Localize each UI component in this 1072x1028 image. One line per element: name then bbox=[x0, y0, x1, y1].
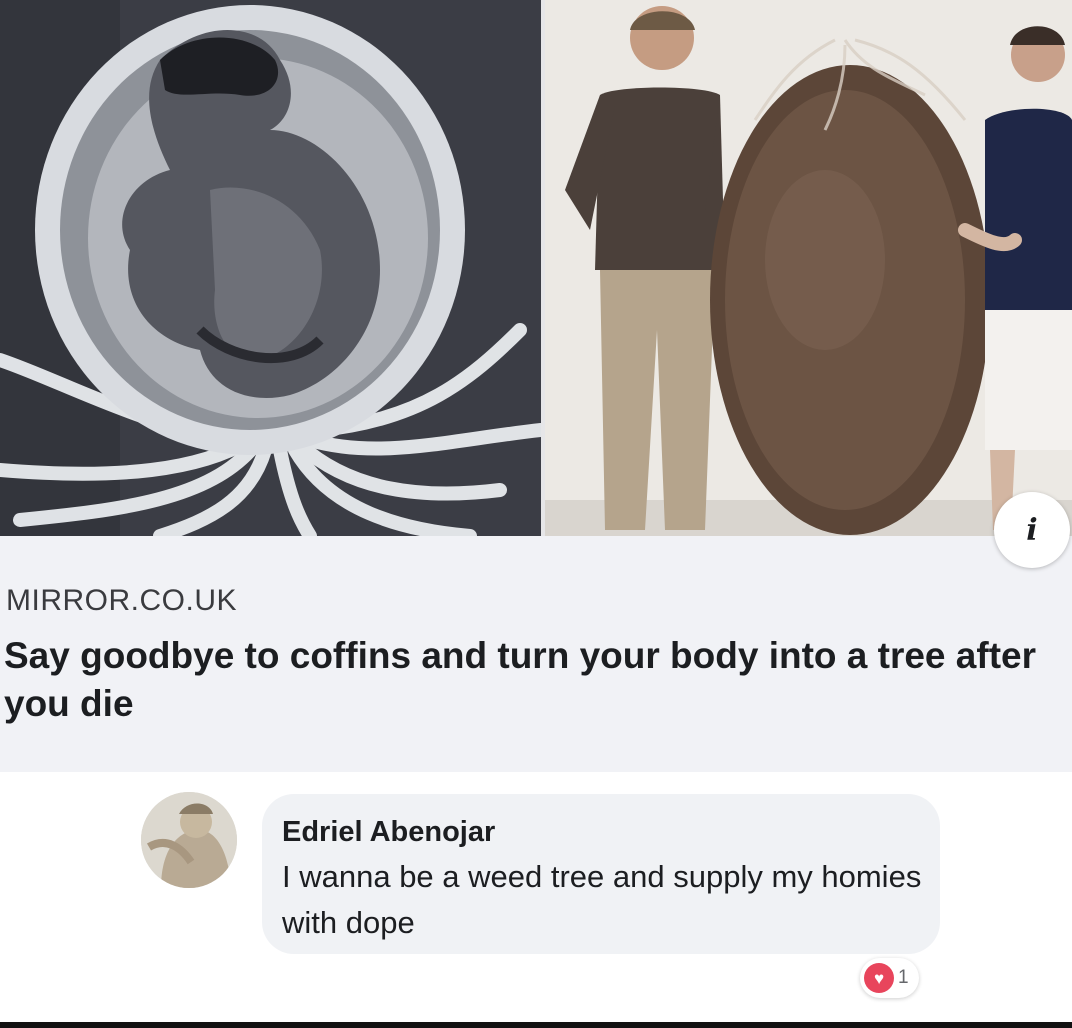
post: i MIRROR.CO.UK Say goodbye to coffins an… bbox=[0, 0, 1072, 1028]
love-reaction-icon: ♥ bbox=[864, 963, 894, 993]
burial-pod-photo bbox=[545, 0, 1072, 536]
info-icon[interactable]: i bbox=[994, 492, 1070, 568]
comment-text: I wanna be a weed tree and supply my hom… bbox=[282, 859, 922, 940]
reaction-count: 1 bbox=[898, 967, 909, 988]
info-glyph: i bbox=[1026, 512, 1038, 548]
reaction-badge[interactable]: ♥ 1 bbox=[860, 958, 919, 998]
divider bbox=[0, 1022, 1072, 1028]
comment-bubble: Edriel Abenojar I wanna be a weed tree a… bbox=[262, 794, 940, 954]
preview-images bbox=[0, 0, 1072, 536]
link-headline[interactable]: Say goodbye to coffins and turn your bod… bbox=[4, 632, 1072, 728]
link-preview-card[interactable]: i MIRROR.CO.UK Say goodbye to coffins an… bbox=[0, 0, 1072, 772]
link-source: MIRROR.CO.UK bbox=[6, 584, 237, 617]
comment-author[interactable]: Edriel Abenojar bbox=[282, 816, 495, 849]
avatar[interactable] bbox=[141, 792, 237, 888]
link-headline-text: Say goodbye to coffins and turn your bod… bbox=[4, 635, 1036, 724]
burial-pod-illustration bbox=[0, 0, 541, 536]
